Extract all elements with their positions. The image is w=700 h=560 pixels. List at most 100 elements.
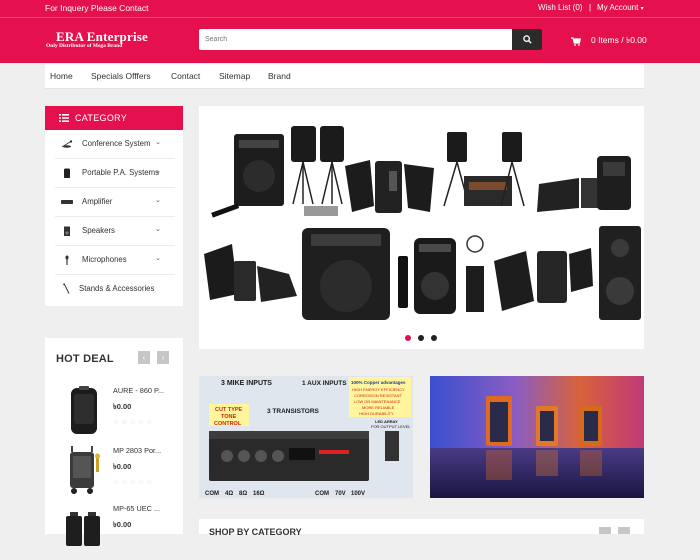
banner-text-reliable: MORE RELIABLE: [362, 405, 395, 410]
category-item-stands[interactable]: Stands & Accessories: [55, 275, 175, 304]
main-nav: Home Specials Offfers Contact Sitemap Br…: [45, 64, 644, 89]
logo-subtitle: Only Distributor of Mega Brand: [46, 43, 123, 49]
nav-specials[interactable]: Specials Offfers: [91, 71, 151, 81]
banner-text-com2: COM: [315, 491, 329, 497]
separator: |: [589, 3, 592, 12]
nav-contact[interactable]: Contact: [171, 71, 200, 81]
pa-system-image: [211, 126, 631, 218]
category-label: Stands & Accessories: [79, 284, 155, 293]
portable-speaker-icon: [64, 168, 70, 178]
hot-deal-item[interactable]: MP-65 UEC ... ৳0.00: [55, 504, 180, 560]
product-name: AURE - 860 P...: [113, 386, 164, 395]
product-name: MP-65 UEC ...: [113, 504, 161, 513]
banner-text-8ohm: 8Ω: [239, 491, 247, 497]
category-item-amplifier[interactable]: Amplifier ⌄: [55, 188, 175, 217]
banner-text-corrosion: CORROSION RESISTANT: [354, 393, 402, 398]
list-icon: [59, 114, 69, 122]
banner-text-mike: 3 MIKE INPUTS: [221, 380, 272, 387]
microphone-icon: [65, 255, 69, 265]
category-label: Conference System: [82, 139, 151, 148]
inquiry-text: For Inquery Please Contact: [45, 3, 149, 13]
caret-down-icon: ▾: [640, 6, 644, 12]
shop-prev-button[interactable]: [599, 527, 611, 534]
banner-text-transistors: 3 TRANSISTORS: [267, 408, 320, 415]
chevron-down-icon: ⌄: [155, 197, 161, 204]
banner-text-aux: 1 AUX INPUTS: [302, 380, 347, 387]
category-panel: CATEGORY Conference System ⌄ Portable P.…: [45, 106, 183, 306]
banner-text-output: FOR OUTPUT LEVEL: [371, 424, 411, 429]
banner-text-cut: CUT TYPE: [215, 407, 243, 413]
product-price: ৳0.00: [113, 462, 132, 471]
my-account-label: My Account: [597, 3, 639, 12]
banner-text-100v: 100V: [351, 491, 365, 497]
search-button[interactable]: [512, 29, 542, 50]
banner-text-tone: TONE: [221, 414, 237, 420]
slider-dot[interactable]: [431, 335, 437, 341]
category-item-conference[interactable]: Conference System ⌄: [55, 130, 175, 159]
slider-dots: [405, 335, 437, 341]
stand-icon: [63, 283, 70, 294]
category-title: CATEGORY: [75, 113, 128, 123]
banner-text-copper: 100% Copper advantages: [351, 380, 406, 385]
my-account-link[interactable]: My Account ▾: [597, 3, 644, 12]
chevron-left-icon: ‹: [142, 353, 146, 362]
banner-text-70v: 70V: [335, 491, 346, 497]
banner-text-durability: HIGH DURABILITY: [359, 411, 394, 416]
shop-next-button[interactable]: [618, 527, 630, 534]
nav-sitemap[interactable]: Sitemap: [219, 71, 250, 81]
chevron-down-icon: ⌄: [155, 139, 161, 146]
header-bar: For Inquery Please Contact Wish List (0)…: [0, 0, 700, 63]
hero-slider[interactable]: [199, 106, 644, 349]
speaker-collection-image: [204, 226, 641, 320]
hot-deal-title: HOT DEAL: [56, 353, 114, 365]
banner-text-efficiency: HIGH ENERGY EFFICIENCY: [352, 387, 405, 392]
hot-deal-next-button[interactable]: ›: [157, 351, 169, 364]
shop-by-category-strip: SHOP BY CATEGORY: [199, 519, 644, 537]
nav-home[interactable]: Home: [50, 71, 73, 81]
product-price: ৳0.00: [113, 402, 132, 411]
rating-stars: ☆☆☆☆☆: [113, 479, 155, 486]
product-name: MP 2803 Por...: [113, 446, 162, 455]
product-image: [70, 446, 100, 494]
hot-deal-item[interactable]: MP 2803 Por... ৳0.00 ☆☆☆☆☆: [55, 446, 180, 502]
amplifier-banner[interactable]: 3 MIKE INPUTS 1 AUX INPUTS 100% Copper a…: [199, 376, 413, 498]
banner-text-4ohm: 4Ω: [225, 491, 233, 497]
banner-text-16ohm: 16Ω: [253, 491, 265, 497]
cart-button[interactable]: 0 Items / ৳0.00: [571, 34, 647, 48]
amplifier-icon: [61, 200, 73, 204]
hot-deal-item[interactable]: AURE - 860 P... ৳0.00 ☆☆☆☆☆: [55, 386, 180, 442]
wishlist-link[interactable]: Wish List (0): [538, 3, 582, 12]
chevron-down-icon: ⌄: [155, 255, 161, 262]
category-label: Amplifier: [82, 197, 113, 206]
category-label: Speakers: [82, 226, 115, 235]
speakers-banner[interactable]: [430, 376, 644, 498]
slider-dot[interactable]: [405, 335, 411, 341]
search-icon: [522, 35, 532, 44]
slider-dot[interactable]: [418, 335, 424, 341]
category-item-microphones[interactable]: Microphones ⌄: [55, 246, 175, 275]
product-image: [71, 386, 97, 434]
speaker-icon: [64, 226, 70, 236]
banner-text-com1: COM: [205, 491, 219, 497]
slide-image: [204, 126, 641, 320]
chevron-down-icon: ⌄: [155, 168, 161, 175]
category-item-speakers[interactable]: Speakers ⌄: [55, 217, 175, 246]
product-price: ৳0.00: [113, 520, 132, 529]
chevron-down-icon: ⌄: [155, 226, 161, 233]
banner-text-control: CONTROL: [214, 421, 242, 427]
nav-brand[interactable]: Brand: [268, 71, 291, 81]
microphone-gooseneck-icon: [61, 140, 73, 148]
search-input[interactable]: [199, 29, 513, 50]
hot-deal-prev-button[interactable]: ‹: [138, 351, 150, 364]
shop-by-category-title: SHOP BY CATEGORY: [209, 527, 302, 537]
category-header[interactable]: CATEGORY: [45, 106, 183, 130]
cart-icon: [571, 36, 581, 46]
hot-deal-panel: HOT DEAL ‹ › AURE - 860 P... ৳0.00 ☆☆☆☆☆…: [45, 338, 183, 546]
category-item-portable-pa[interactable]: Portable P.A. Systems ⌄: [55, 159, 175, 188]
category-label: Portable P.A. Systems: [82, 168, 159, 177]
chevron-right-icon: ›: [161, 353, 165, 362]
banner-text-maintenance: LOW ON MAINTENANCE: [354, 399, 401, 404]
product-image: [66, 512, 100, 546]
amplifier-banner-image: 3 MIKE INPUTS 1 AUX INPUTS 100% Copper a…: [199, 376, 413, 498]
category-label: Microphones: [82, 255, 127, 264]
